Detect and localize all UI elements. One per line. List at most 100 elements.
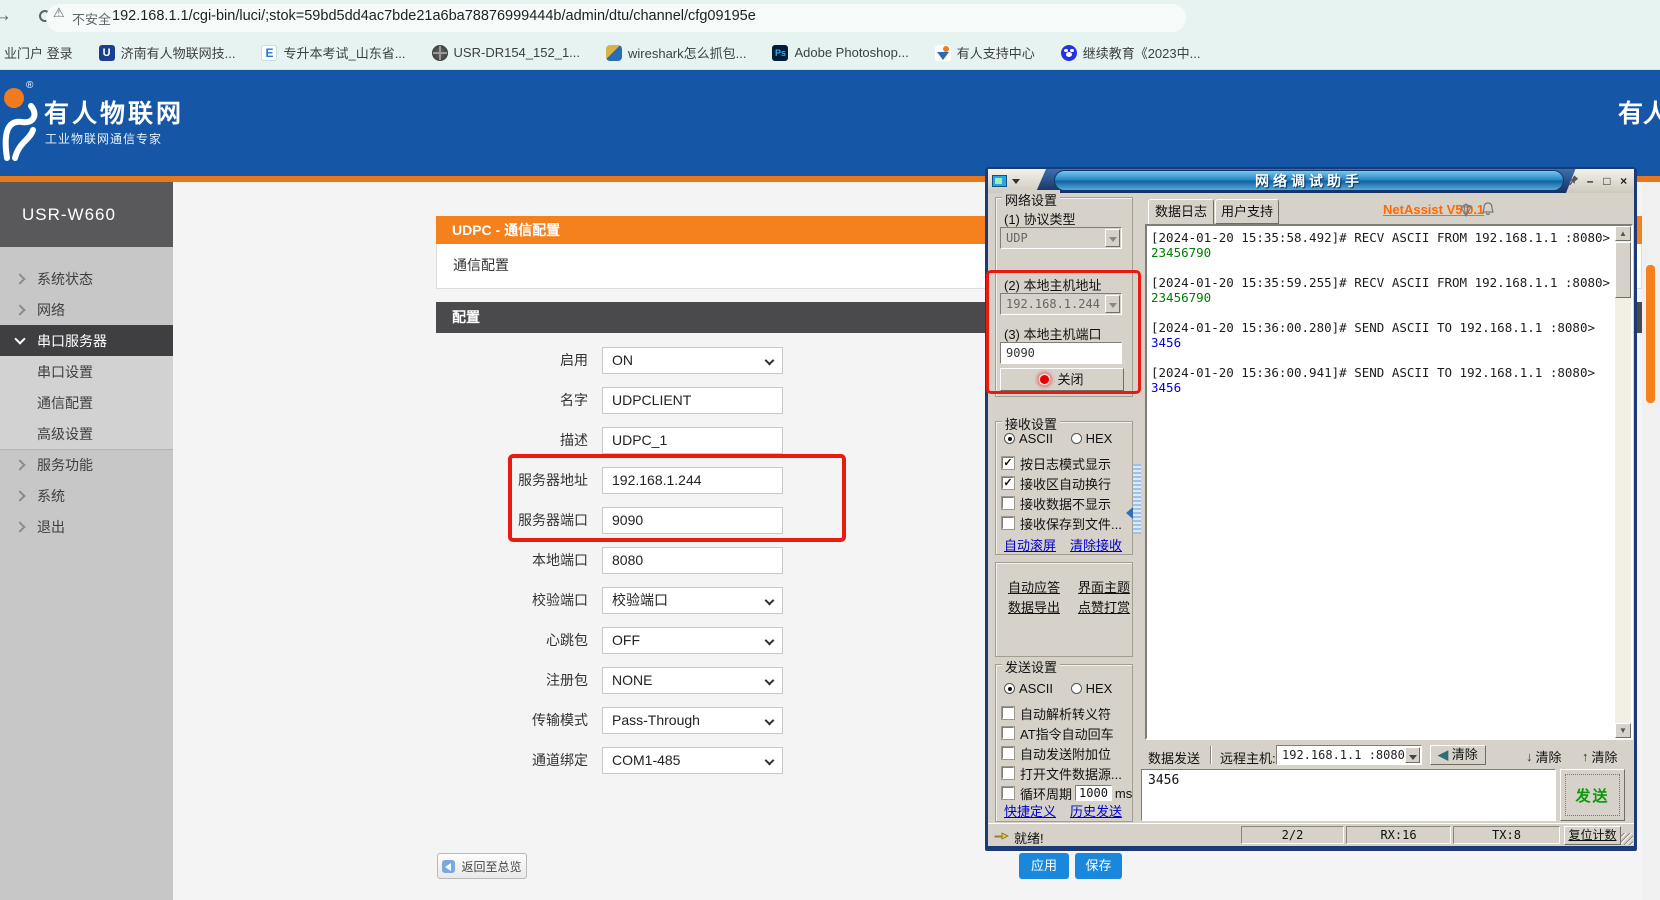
field-control[interactable]: 8080 <box>602 547 783 574</box>
checkbox-option[interactable]: AT指令自动回车 <box>1002 723 1132 743</box>
radio-hex[interactable] <box>1071 683 1082 694</box>
bookmark-item[interactable]: 业门户 登录 <box>4 43 73 62</box>
chevron-down-icon <box>765 635 775 645</box>
auto-scroll-link[interactable]: 自动滚屏 <box>1004 535 1056 554</box>
dropdown-button[interactable] <box>1405 747 1420 763</box>
checkbox-option[interactable]: 打开文件数据源... <box>1002 763 1132 783</box>
chevron-icon <box>15 306 23 314</box>
field-control[interactable]: COM1-485 <box>602 747 783 774</box>
save-button[interactable]: 保存 <box>1075 853 1122 879</box>
bookmark-item[interactable]: 专升本考试_山东省... <box>261 43 405 62</box>
radio-ascii[interactable] <box>1004 683 1015 694</box>
history-send-link[interactable]: 历史发送 <box>1070 801 1122 820</box>
dropdown-button[interactable] <box>1105 229 1120 247</box>
checkbox-option[interactable]: 接收保存到文件... <box>1002 513 1122 533</box>
field-control[interactable]: Pass-Through <box>602 707 783 734</box>
page-scrollbar-thumb[interactable] <box>1646 265 1655 403</box>
data-export-link[interactable]: 数据导出 <box>1008 597 1060 616</box>
sidebar-item-label: 系统状态 <box>37 269 93 289</box>
scroll-up-icon[interactable]: ▲ <box>1615 226 1631 241</box>
checkbox-option[interactable]: 按日志模式显示 <box>1002 453 1122 473</box>
sidebar-item[interactable]: 系统状态 <box>0 263 173 294</box>
log-scrollbar-thumb[interactable] <box>1615 242 1631 298</box>
sidebar-item[interactable]: 串口设置 <box>0 356 173 387</box>
log-entry-data: 23456790 <box>1151 290 1611 305</box>
checkbox-option[interactable]: 自动解析转义符 <box>1002 703 1132 723</box>
radio-hex[interactable] <box>1071 433 1082 444</box>
forward-arrow-icon[interactable]: → <box>0 5 12 27</box>
field-control[interactable]: ON <box>602 347 783 374</box>
clear-send-button[interactable]: ◀ 清除 <box>1430 745 1486 765</box>
field-control[interactable]: UDPCLIENT <box>602 387 783 414</box>
data-log-area[interactable]: [2024-01-20 15:35:58.492]# RECV ASCII FR… <box>1145 224 1633 740</box>
checkbox-option[interactable]: 自动发送附加位 <box>1002 743 1132 763</box>
bookmark-item[interactable]: 有人支持中心 <box>935 43 1035 62</box>
checkbox-icon[interactable] <box>1002 747 1014 759</box>
checkbox-option[interactable]: 循环周期 1000 ms <box>1002 783 1132 803</box>
menu-caret-icon[interactable] <box>1012 179 1020 184</box>
scroll-down-icon[interactable]: ▼ <box>1615 723 1631 738</box>
bookmark-item[interactable]: USR-DR154_152_1... <box>432 45 580 61</box>
back-to-overview-button[interactable]: 返回至总览 <box>437 853 527 879</box>
field-control[interactable]: OFF <box>602 627 783 654</box>
sidebar-item[interactable]: 通信配置 <box>0 387 173 418</box>
url-text[interactable]: 192.168.1.1/cgi-bin/luci/;stok=59bd5dd4a… <box>112 8 756 24</box>
checkbox-icon[interactable] <box>1002 787 1014 799</box>
checkbox-icon[interactable] <box>1002 517 1014 529</box>
sidebar-item[interactable]: 串口服务器 <box>0 325 173 356</box>
field-control[interactable]: 校验端口 <box>602 587 783 614</box>
bookmark-item[interactable]: 济南有人物联网技... <box>99 43 236 62</box>
collapse-panel-icon[interactable] <box>1126 507 1133 519</box>
checkbox-icon[interactable] <box>1002 727 1014 739</box>
radio-ascii[interactable] <box>1004 433 1015 444</box>
chevron-down-icon <box>765 715 775 725</box>
checkbox-icon[interactable] <box>1002 457 1014 469</box>
resize-grip[interactable] <box>1621 833 1633 845</box>
auto-reply-link[interactable]: 自动应答 <box>1008 577 1060 596</box>
donate-link[interactable]: 点赞打赏 <box>1078 597 1130 616</box>
clear-receive-link[interactable]: 清除接收 <box>1070 535 1122 554</box>
registered-mark: ® <box>26 80 33 91</box>
sidebar-item[interactable]: 退出 <box>0 511 173 542</box>
maximize-button[interactable]: □ <box>1601 170 1614 192</box>
page-scrollbar[interactable] <box>1642 182 1660 900</box>
log-entry: [2024-01-20 15:36:00.941]# SEND ASCII TO… <box>1151 365 1611 395</box>
sidebar-item[interactable]: 服务功能 <box>0 449 173 480</box>
bookmark-item[interactable]: Adobe Photoshop... <box>772 45 908 61</box>
pin-icon[interactable] <box>1566 174 1580 188</box>
reset-count-button[interactable]: 复位计数 <box>1564 826 1621 845</box>
checkbox-option[interactable]: 接收区自动换行 <box>1002 473 1122 493</box>
clear-send-area-button[interactable]: ↑清除 <box>1582 747 1618 766</box>
form-row: 启用 ON <box>436 340 996 380</box>
send-text-area[interactable]: 3456 <box>1141 769 1556 821</box>
close-button[interactable]: × <box>1617 170 1630 192</box>
panel-splitter[interactable] <box>1133 464 1141 534</box>
ui-theme-link[interactable]: 界面主题 <box>1078 577 1130 596</box>
checkbox-icon[interactable] <box>1002 497 1014 509</box>
apply-button[interactable]: 应用 <box>1019 853 1069 879</box>
clear-receive-area-button[interactable]: ↓清除 <box>1526 747 1562 766</box>
checkbox-option[interactable]: 接收数据不显示 <box>1002 493 1122 513</box>
sidebar-item[interactable]: 系统 <box>0 480 173 511</box>
log-scrollbar[interactable]: ▲ ▼ <box>1615 226 1631 738</box>
bookmark-item[interactable]: 继续教育《2023中... <box>1061 43 1201 62</box>
field-control[interactable]: NONE <box>602 667 783 694</box>
send-button[interactable]: 发送 <box>1560 769 1625 821</box>
quick-define-link[interactable]: 快捷定义 <box>1004 801 1056 820</box>
checkbox-icon[interactable] <box>1002 767 1014 779</box>
sidebar-item[interactable]: 高级设置 <box>0 418 173 449</box>
tab-data-log[interactable]: 数据日志 <box>1148 199 1214 224</box>
diamond-icon[interactable] <box>1458 202 1474 218</box>
window-titlebar[interactable]: 网络调试助手 – □ × <box>988 169 1634 193</box>
checkbox-icon[interactable] <box>1002 707 1014 719</box>
sidebar-item[interactable]: 网络 <box>0 294 173 325</box>
minimize-button[interactable]: – <box>1584 170 1597 192</box>
bell-icon[interactable] <box>1480 201 1496 217</box>
checkbox-icon[interactable] <box>1002 477 1014 489</box>
cycle-period-input[interactable]: 1000 <box>1075 785 1112 801</box>
remote-host-select[interactable]: 192.168.1.1 :8080 <box>1276 745 1422 765</box>
field-control[interactable]: UDPC_1 <box>602 427 783 454</box>
tab-user-support[interactable]: 用户支持 <box>1215 199 1279 224</box>
bookmark-item[interactable]: wireshark怎么抓包... <box>606 43 746 62</box>
protocol-select[interactable]: UDP <box>1000 227 1122 249</box>
